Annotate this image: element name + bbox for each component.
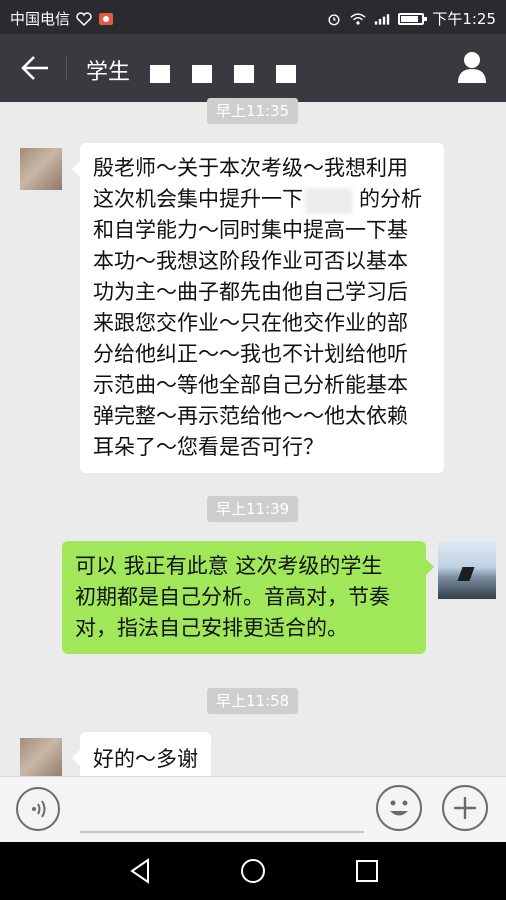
system-nav-bar (0, 842, 506, 900)
message-line: 和自学能力～同时集中提高一下基 (93, 218, 408, 242)
message-line: 分给他纠正～～我也不计划给他听 (93, 342, 408, 366)
message-line: 殷老师～关于本次考级～我想利用 (93, 156, 408, 180)
message-line: 耳朵了～您看是否可行？ (93, 435, 324, 459)
status-bar: 中国电信 下午1:25 (0, 0, 506, 34)
message-line: 对，指法自己安排更适合的。 (75, 616, 348, 640)
voice-button[interactable] (16, 787, 60, 831)
more-button[interactable] (442, 785, 488, 831)
message-line: 这次机会集中提升一下 的分析 (93, 187, 422, 211)
nav-recent-icon[interactable] (352, 856, 382, 886)
redacted-name-block (234, 65, 254, 83)
carrier-label: 中国电信 (10, 10, 71, 28)
redaction-blur (305, 188, 352, 214)
plus-icon (454, 797, 476, 819)
timestamp-pill: 早上11:58 (207, 688, 299, 714)
header-divider (66, 56, 67, 80)
input-bar (0, 776, 506, 843)
emoji-button[interactable] (376, 785, 422, 831)
person-icon[interactable] (456, 50, 488, 84)
my-avatar[interactable] (438, 541, 496, 599)
heart-icon (76, 11, 92, 26)
message-input[interactable] (80, 831, 364, 833)
app-badge-icon (99, 12, 114, 25)
chat-title: 学生 (86, 60, 131, 85)
clock-label: 下午1:25 (432, 10, 496, 28)
contact-avatar[interactable] (20, 148, 62, 190)
redacted-name-block (150, 65, 170, 83)
voice-icon (32, 800, 46, 818)
message-line: 来跟您交作业～只在他交作业的部 (93, 311, 408, 335)
message-line: 示范曲～等他全部自己分析能基本 (93, 373, 408, 397)
message-line: 可以 我正有此意 这次考级的学生 (75, 554, 383, 578)
message-line: 功为主～曲子都先由他自己学习后 (93, 280, 408, 304)
redacted-name-block (276, 65, 296, 83)
redacted-name-block (192, 65, 212, 83)
outgoing-message-bubble[interactable]: 可以 我正有此意 这次考级的学生 初期都是自己分析。音高对，节奏 对，指法自己安… (62, 541, 434, 654)
timestamp-pill: 早上11:35 (207, 98, 299, 124)
wifi-icon (350, 12, 366, 25)
nav-back-icon[interactable] (126, 856, 156, 886)
timestamp-pill: 早上11:39 (207, 496, 299, 522)
message-line: 本功～我想这阶段作业可否以基本 (93, 249, 408, 273)
incoming-message-bubble[interactable]: 好的～多谢 (72, 732, 211, 782)
signal-icon (375, 13, 390, 25)
battery-icon (398, 12, 428, 25)
chat-header: 学生 (0, 34, 506, 102)
alarm-icon (328, 13, 340, 25)
contact-avatar[interactable] (20, 738, 62, 780)
message-line: 初期都是自己分析。音高对，节奏 (75, 585, 390, 609)
incoming-message-bubble[interactable]: 殷老师～关于本次考级～我想利用 这次机会集中提升一下 的分析 和自学能力～同时集中… (72, 143, 444, 473)
message-line: 弹完整～再示范给他～～他太依赖 (93, 404, 408, 428)
nav-home-icon[interactable] (238, 856, 268, 886)
back-arrow-icon[interactable] (20, 54, 50, 82)
emoji-icon (390, 800, 408, 816)
message-line: 好的～多谢 (93, 747, 198, 771)
